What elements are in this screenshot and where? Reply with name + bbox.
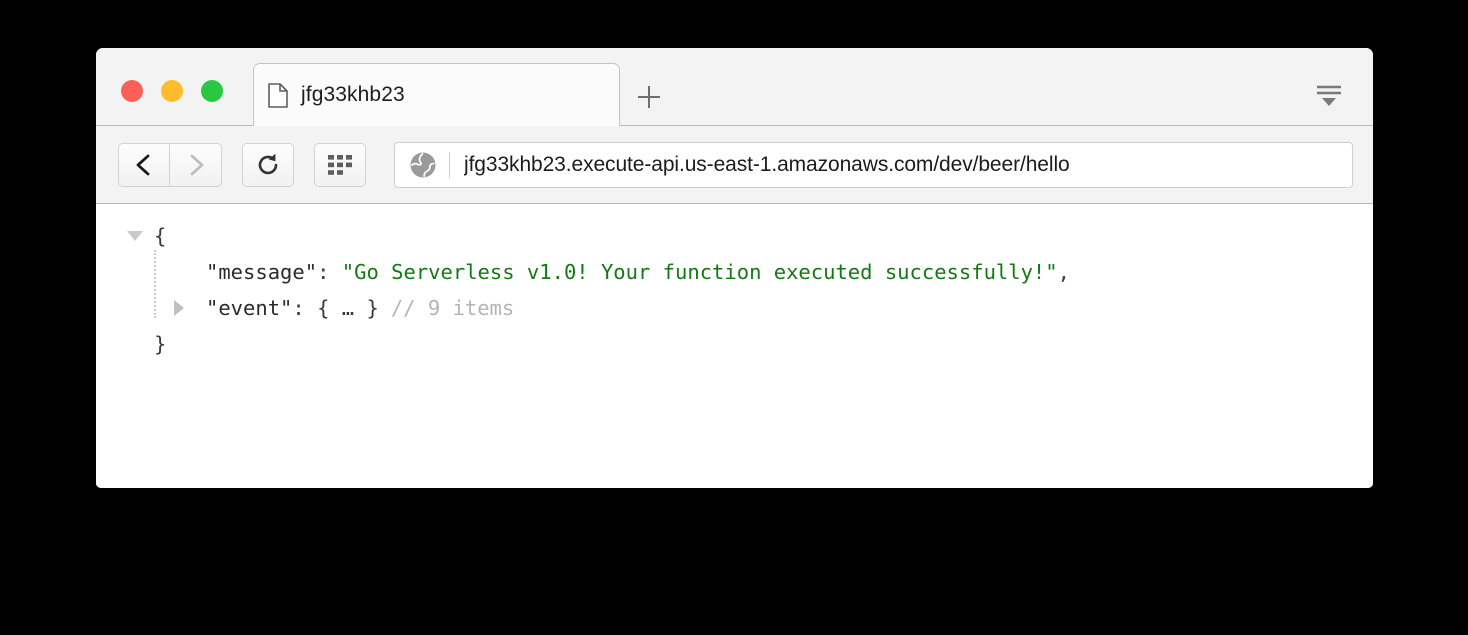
minimize-window-button[interactable] [161,80,183,102]
json-row-event: "event" : { … } // 9 items [116,290,1373,326]
window-controls [121,80,223,102]
url-text[interactable]: jfg33khb23.execute-api.us-east-1.amazona… [464,153,1070,177]
reload-icon [258,153,278,174]
globe-icon [409,151,437,179]
plus-icon [638,86,660,108]
browser-window: jfg33khb23 jfg33khb23.execute-api.us-eas… [96,48,1373,488]
address-bar[interactable]: jfg33khb23.execute-api.us-east-1.amazona… [394,141,1353,188]
triangle-right-icon[interactable] [160,290,198,326]
json-root-open-row: { [116,218,1373,254]
json-root-close-row: } [116,326,1373,362]
desktop-background: jfg33khb23 jfg33khb23.execute-api.us-eas… [0,0,1468,635]
json-row-message: "message" : "Go Serverless v1.0! Your fu… [116,254,1373,290]
page-content: { "message" : "Go Serverless v1.0! Your … [96,204,1373,488]
tab-title: jfg33khb23 [301,83,405,106]
json-value-message: "Go Serverless v1.0! Your function execu… [341,260,1058,284]
json-value-event[interactable]: { … } [317,290,379,326]
nav-button-group [118,142,222,187]
triangle-down-icon[interactable] [116,218,154,254]
row-gutter-spacer [116,326,154,362]
reload-button[interactable] [242,142,294,187]
apps-grid-button[interactable] [314,142,366,187]
json-colon-event: : [292,296,318,320]
filter-sort-icon[interactable] [1307,74,1351,114]
address-bar-divider [449,151,450,178]
json-viewer: { "message" : "Go Serverless v1.0! Your … [96,218,1373,362]
row-gutter-spacer [116,290,154,326]
tab-bar: jfg33khb23 [96,48,1373,126]
chevron-left-icon [136,154,150,175]
close-window-button[interactable] [121,80,143,102]
new-tab-button[interactable] [628,76,670,118]
chevron-right-icon [190,154,203,175]
json-key-event: "event" [206,296,293,320]
json-comma-message: , [1057,260,1070,284]
forward-button[interactable] [170,142,222,187]
row-gutter-spacer [116,254,154,290]
page-icon [268,82,288,108]
json-key-message: "message" [206,260,318,284]
zoom-window-button[interactable] [201,80,223,102]
grid-apps-icon [328,154,352,175]
back-button[interactable] [118,142,170,187]
browser-tab[interactable]: jfg33khb23 [253,63,620,126]
json-comment-event: // 9 items [390,296,515,320]
navigation-toolbar: jfg33khb23.execute-api.us-east-1.amazona… [96,126,1373,204]
json-close-brace: } [154,332,167,356]
json-colon-message: : [317,260,342,284]
json-open-brace: { [154,224,167,248]
